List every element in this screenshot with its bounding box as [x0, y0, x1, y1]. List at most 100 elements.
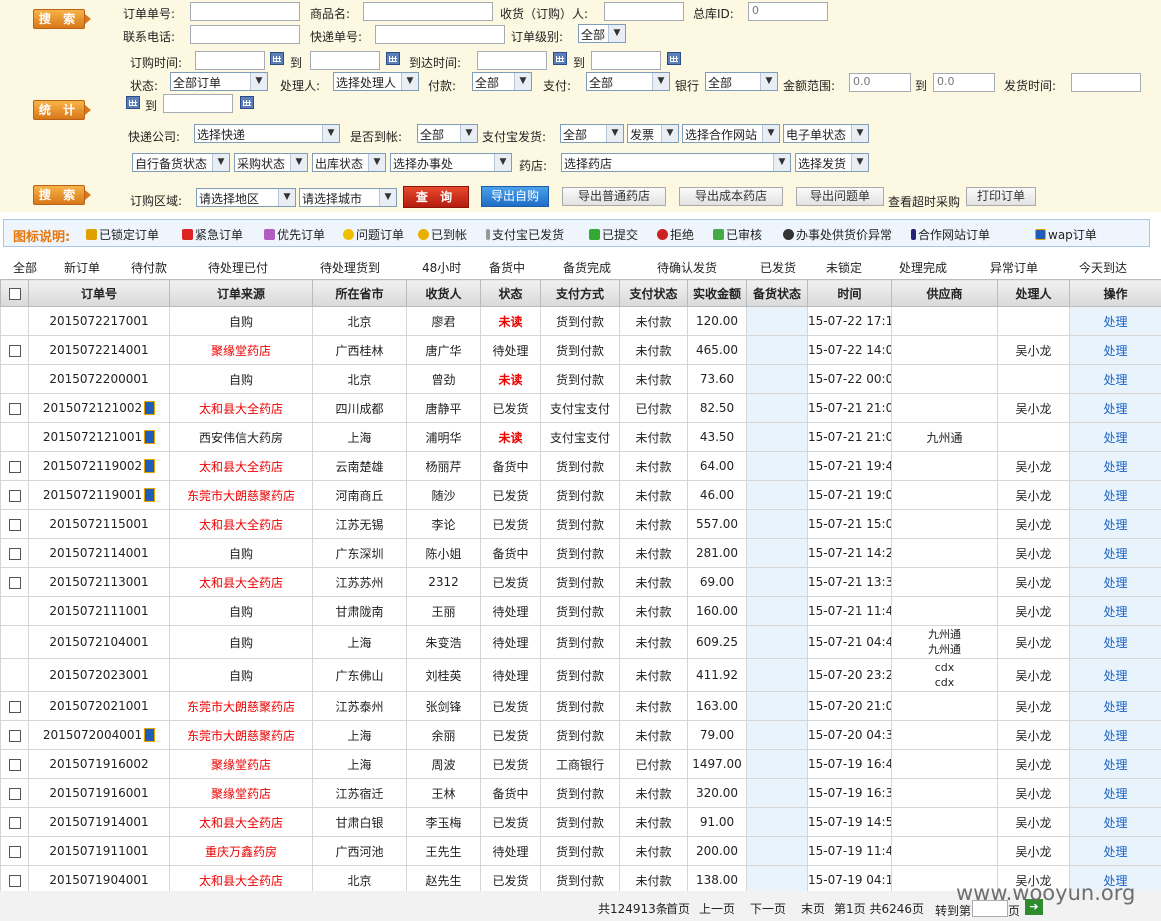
ship-time-from-input[interactable] [1071, 73, 1141, 92]
process-link[interactable]: 处理 [1069, 596, 1161, 626]
arrive-time-to-input[interactable] [591, 51, 661, 70]
row-select-cell[interactable] [0, 393, 29, 423]
phone-input[interactable] [190, 25, 300, 44]
row-select-cell[interactable] [0, 335, 29, 365]
tab-new-order[interactable]: 新订单 [64, 259, 100, 276]
outbound-status-select[interactable]: 出库状态 [312, 153, 386, 172]
row-select-cell[interactable] [0, 807, 29, 837]
tab-stocking[interactable]: 备货中 [489, 259, 525, 276]
tab-unlocked[interactable]: 未锁定 [826, 259, 862, 276]
row-select-cell[interactable] [0, 451, 29, 481]
calendar-icon[interactable] [240, 96, 254, 109]
handler-select[interactable]: 选择处理人 [333, 72, 419, 91]
export-self-button[interactable]: 导出自购 [481, 186, 549, 207]
process-link[interactable]: 处理 [1069, 778, 1161, 808]
row-checkbox[interactable] [8, 874, 21, 887]
row-select-cell[interactable] [0, 538, 29, 568]
row-select-cell[interactable] [0, 422, 29, 452]
arrive-time-from-input[interactable] [477, 51, 547, 70]
process-link[interactable]: 处理 [1069, 306, 1161, 336]
row-select-cell[interactable] [0, 625, 29, 659]
payment-select[interactable]: 全部 [586, 72, 670, 91]
row-select-cell[interactable] [0, 596, 29, 626]
calendar-icon[interactable] [667, 52, 681, 65]
tab-pending-payment[interactable]: 待付款 [131, 259, 167, 276]
process-link[interactable]: 处理 [1069, 422, 1161, 452]
process-link[interactable]: 处理 [1069, 836, 1161, 866]
search-button-2[interactable]: 搜 索 [33, 185, 91, 205]
city-select[interactable]: 请选择城市 [299, 188, 397, 207]
row-checkbox[interactable] [8, 460, 21, 473]
process-link[interactable]: 处理 [1069, 691, 1161, 721]
tab-shipped[interactable]: 已发货 [760, 259, 796, 276]
query-button[interactable]: 查 询 [403, 186, 469, 208]
order-level-select[interactable]: 全部 [578, 24, 626, 43]
row-checkbox[interactable] [8, 729, 21, 742]
row-select-cell[interactable] [0, 658, 29, 692]
row-select-cell[interactable] [0, 364, 29, 394]
row-select-cell[interactable] [0, 836, 29, 866]
amount-to-input[interactable]: 0.0 [933, 73, 995, 92]
row-checkbox[interactable] [8, 518, 21, 531]
order-time-from-input[interactable] [195, 51, 265, 70]
process-link[interactable]: 处理 [1069, 364, 1161, 394]
row-select-cell[interactable] [0, 567, 29, 597]
process-link[interactable]: 处理 [1069, 658, 1161, 692]
receiver-input[interactable] [604, 2, 684, 21]
row-checkbox[interactable] [8, 816, 21, 829]
eorder-status-select[interactable]: 电子单状态 [783, 124, 869, 143]
select-all-header[interactable] [0, 279, 29, 307]
row-select-cell[interactable] [0, 778, 29, 808]
row-select-cell[interactable] [0, 749, 29, 779]
tab-done[interactable]: 处理完成 [899, 259, 947, 276]
tab-abnormal[interactable]: 异常订单 [990, 259, 1038, 276]
bank-select[interactable]: 全部 [705, 72, 778, 91]
process-link[interactable]: 处理 [1069, 749, 1161, 779]
print-button[interactable]: 打印订单 [966, 187, 1036, 206]
alipay-ship-select[interactable]: 全部 [560, 124, 624, 143]
amount-from-input[interactable]: 0.0 [849, 73, 911, 92]
order-no-input[interactable] [190, 2, 300, 21]
tab-arrive-today[interactable]: 今天到达 [1079, 259, 1127, 276]
tab-stocked[interactable]: 备货完成 [563, 259, 611, 276]
select-all-checkbox[interactable] [8, 287, 21, 300]
calendar-icon[interactable] [553, 52, 567, 65]
ship-time-to-input[interactable] [163, 94, 233, 113]
row-checkbox[interactable] [8, 787, 21, 800]
process-link[interactable]: 处理 [1069, 451, 1161, 481]
process-link[interactable]: 处理 [1069, 393, 1161, 423]
process-link[interactable]: 处理 [1069, 538, 1161, 568]
process-link[interactable]: 处理 [1069, 509, 1161, 539]
row-checkbox[interactable] [8, 700, 21, 713]
row-select-cell[interactable] [0, 691, 29, 721]
row-checkbox[interactable] [8, 845, 21, 858]
row-checkbox[interactable] [8, 547, 21, 560]
calendar-icon[interactable] [126, 96, 140, 109]
calendar-icon[interactable] [270, 52, 284, 65]
process-link[interactable]: 处理 [1069, 335, 1161, 365]
tab-confirm-ship[interactable]: 待确认发货 [657, 259, 717, 276]
invoice-select[interactable]: 发票 [627, 124, 679, 143]
courier-select[interactable]: 选择快递 [194, 124, 340, 143]
ship-select[interactable]: 选择发货 [795, 153, 869, 172]
next-page-link[interactable]: 下一页 [750, 900, 786, 917]
row-select-cell[interactable] [0, 480, 29, 510]
row-checkbox[interactable] [8, 576, 21, 589]
row-select-cell[interactable] [0, 509, 29, 539]
row-select-cell[interactable] [0, 720, 29, 750]
tab-pending-cod[interactable]: 待处理货到 [320, 259, 380, 276]
stats-button[interactable]: 统 计 [33, 100, 91, 120]
process-link[interactable]: 处理 [1069, 807, 1161, 837]
process-link[interactable]: 处理 [1069, 480, 1161, 510]
pay-select[interactable]: 全部 [472, 72, 532, 91]
process-link[interactable]: 处理 [1069, 625, 1161, 659]
hub-id-input[interactable]: 0 [748, 2, 828, 21]
export-issue-button[interactable]: 导出问题单 [796, 187, 884, 206]
row-checkbox[interactable] [8, 489, 21, 502]
express-no-input[interactable] [375, 25, 505, 44]
to-account-select[interactable]: 全部 [417, 124, 478, 143]
pharmacy-select[interactable]: 选择药店 [561, 153, 791, 172]
row-checkbox[interactable] [8, 402, 21, 415]
row-checkbox[interactable] [8, 344, 21, 357]
region-select[interactable]: 请选择地区 [196, 188, 296, 207]
